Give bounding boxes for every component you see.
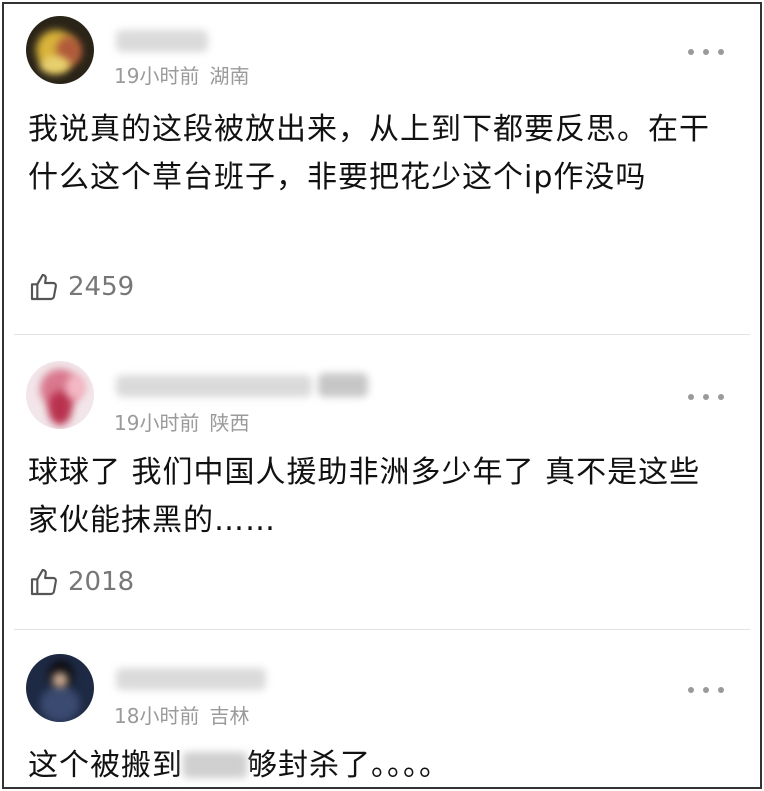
comment-location: 陕西: [209, 411, 250, 435]
more-dots-icon[interactable]: [688, 387, 724, 407]
comment-meta: 19小时前 湖南: [114, 60, 249, 89]
comment-time: 19小时前: [114, 64, 200, 88]
avatar[interactable]: [26, 361, 94, 429]
comment-meta: 18小时前 吉林: [114, 700, 249, 729]
comment-time: 19小时前: [114, 411, 200, 435]
comment-item: 19小时前 湖南 我说真的这段被放出来，从上到下都要反思。在干什么这个草台班子，非…: [4, 4, 760, 334]
avatar[interactable]: [26, 16, 94, 84]
comment-text-part: 够封杀了。。。。: [247, 748, 450, 783]
comment-item: 18小时前 吉林 这个被搬到 够封杀了。。。。: [4, 630, 760, 787]
comment-location: 湖南: [209, 64, 250, 88]
comment-item: 19小时前 陕西 球球了 我们中国人援助非洲多少年了 真不是这些家伙能抹黑的…… …: [4, 335, 760, 628]
like-button[interactable]: 2459: [28, 270, 134, 304]
username-redacted[interactable]: [116, 30, 208, 52]
like-count: 2459: [68, 272, 135, 302]
more-dots-icon[interactable]: [688, 42, 724, 62]
thumbs-up-icon: [30, 273, 57, 301]
redacted-mosaic: [183, 752, 247, 778]
like-button[interactable]: 2018: [28, 565, 134, 599]
thumbs-up-icon: [30, 568, 57, 596]
comment-list: 19小时前 湖南 我说真的这段被放出来，从上到下都要反思。在干什么这个草台班子，非…: [2, 2, 762, 789]
more-dots-icon[interactable]: [688, 680, 724, 700]
comment-meta: 19小时前 陕西: [114, 407, 249, 436]
comment-text-part: 这个被搬到: [28, 748, 183, 783]
username-redacted[interactable]: [116, 375, 312, 397]
username-redacted[interactable]: [116, 668, 266, 690]
comment-text: 我说真的这段被放出来，从上到下都要反思。在干什么这个草台班子，非要把花少这个ip…: [28, 112, 710, 195]
comment-location: 吉林: [209, 704, 250, 728]
avatar[interactable]: [26, 654, 94, 722]
comment-text: 球球了 我们中国人援助非洲多少年了 真不是这些家伙能抹黑的……: [28, 455, 701, 538]
comment-text: 这个被搬到 够封杀了。。。。: [28, 742, 728, 787]
username-redacted: [318, 373, 368, 397]
like-count: 2018: [68, 567, 135, 597]
comment-time: 18小时前: [114, 704, 200, 728]
